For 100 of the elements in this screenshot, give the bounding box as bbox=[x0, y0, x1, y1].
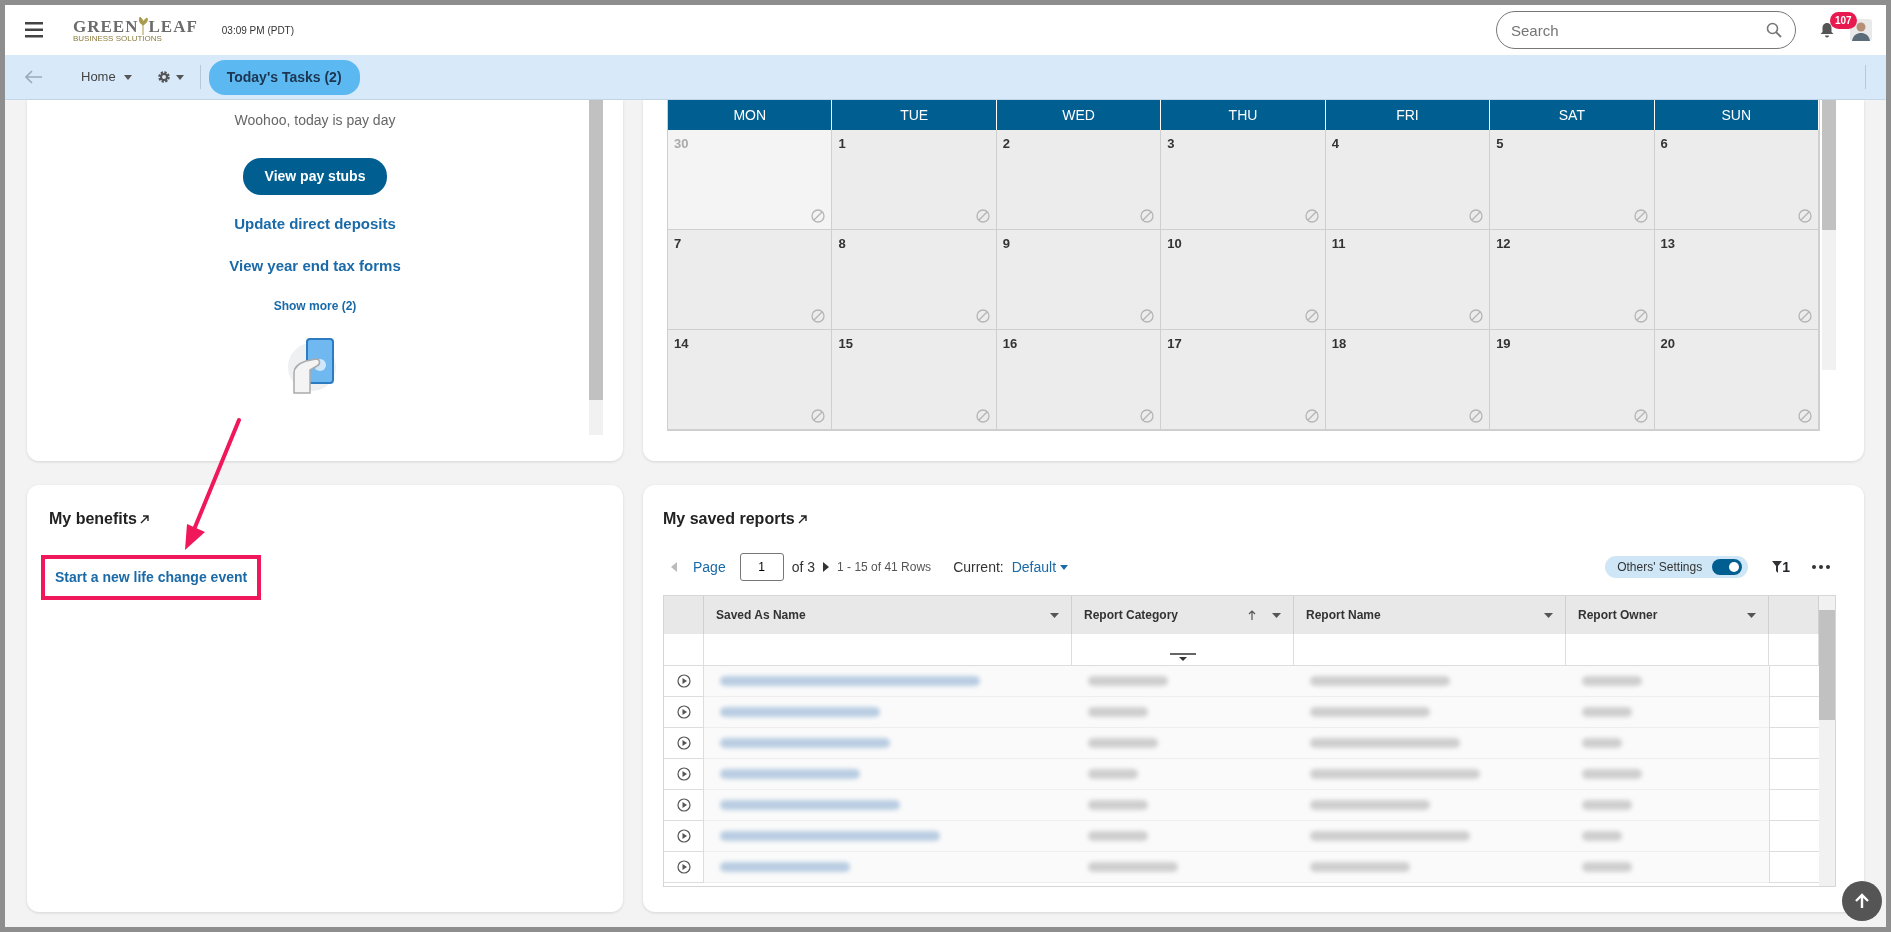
row-count: 1 - 15 of 41 Rows bbox=[837, 559, 932, 576]
calendar-day[interactable]: 1 bbox=[832, 130, 997, 230]
external-link-icon[interactable] bbox=[797, 514, 807, 524]
home-dropdown[interactable]: Home bbox=[73, 63, 140, 91]
bell-icon[interactable] bbox=[1820, 22, 1834, 38]
calendar-day[interactable]: 14 bbox=[668, 330, 833, 430]
unavailable-icon bbox=[1798, 409, 1812, 423]
day-number: 18 bbox=[1331, 336, 1347, 351]
scrollbar[interactable] bbox=[1819, 596, 1835, 886]
redacted-text bbox=[1582, 738, 1622, 748]
column-header[interactable]: Report Name bbox=[1294, 596, 1566, 634]
external-link-icon[interactable] bbox=[140, 514, 149, 524]
calendar-day[interactable]: 8 bbox=[832, 230, 997, 330]
weekday-header: FRI bbox=[1325, 100, 1491, 130]
filter-button[interactable]: 1 bbox=[1772, 556, 1790, 578]
calendar-day[interactable]: 15 bbox=[832, 330, 997, 430]
page-count: of 3 bbox=[791, 557, 816, 577]
caret-icon bbox=[1544, 612, 1553, 618]
settings-toggle[interactable]: Others' Settings bbox=[1605, 556, 1749, 578]
redacted-text bbox=[1088, 831, 1148, 841]
calendar-day[interactable]: 7 bbox=[668, 230, 833, 330]
weekday-header: TUE bbox=[832, 100, 997, 130]
link[interactable]: View year end tax forms bbox=[229, 254, 401, 277]
calendar-day[interactable]: 4 bbox=[1325, 130, 1491, 230]
life-event-link[interactable]: Start a new life change event bbox=[55, 569, 248, 585]
day-number: 17 bbox=[1167, 336, 1182, 351]
link[interactable]: Update direct deposits bbox=[234, 213, 396, 236]
calendar-day[interactable]: 5 bbox=[1490, 130, 1655, 230]
filter-icon bbox=[1772, 561, 1783, 573]
unavailable-icon bbox=[1633, 209, 1648, 223]
menu-icon[interactable] bbox=[25, 22, 43, 38]
show-more-link[interactable]: Show more (2) bbox=[273, 297, 357, 315]
calendar-day[interactable]: 20 bbox=[1654, 330, 1819, 430]
unavailable-icon bbox=[1140, 309, 1155, 323]
calendar-day[interactable]: 13 bbox=[1654, 230, 1819, 330]
calendar-day[interactable]: 6 bbox=[1654, 130, 1819, 230]
redacted-text bbox=[1582, 769, 1642, 779]
calendar-day[interactable]: 9 bbox=[996, 230, 1162, 330]
tasks-button[interactable]: Today's Tasks (2) bbox=[208, 59, 360, 95]
column-header[interactable]: Report Category bbox=[1072, 596, 1294, 634]
redacted-text bbox=[1088, 707, 1148, 717]
unavailable-icon bbox=[975, 209, 990, 223]
play-icon[interactable] bbox=[676, 798, 691, 812]
scrollbar[interactable] bbox=[589, 100, 603, 435]
day-number: 16 bbox=[1002, 336, 1018, 351]
search-icon[interactable] bbox=[1766, 22, 1782, 38]
redacted-text bbox=[1582, 800, 1632, 810]
calendar-day[interactable]: 17 bbox=[1161, 330, 1326, 430]
caret-icon bbox=[1060, 564, 1069, 570]
caret-icon bbox=[123, 74, 132, 80]
view-dropdown[interactable]: Default bbox=[1011, 556, 1069, 578]
unavailable-icon bbox=[1304, 409, 1319, 423]
view-pay-stubs-button[interactable]: View pay stubs bbox=[242, 158, 388, 195]
calendar-day[interactable]: 10 bbox=[1161, 230, 1326, 330]
calendar-day[interactable]: 11 bbox=[1325, 230, 1491, 330]
day-number: 4 bbox=[1331, 136, 1339, 151]
next-page-icon[interactable] bbox=[823, 562, 830, 572]
play-icon[interactable] bbox=[676, 674, 691, 688]
play-icon[interactable] bbox=[676, 767, 691, 781]
play-icon[interactable] bbox=[676, 860, 691, 874]
redacted-text bbox=[1582, 676, 1642, 686]
search-field[interactable]: Search bbox=[1496, 11, 1796, 49]
toggle-switch[interactable] bbox=[1712, 559, 1743, 575]
settings-icon bbox=[155, 69, 172, 85]
unavailable-icon bbox=[975, 309, 990, 323]
filter-cell[interactable] bbox=[664, 634, 704, 666]
unavailable-icon bbox=[1469, 409, 1484, 423]
day-number: 20 bbox=[1660, 336, 1676, 351]
column-header[interactable]: Saved As Name bbox=[704, 596, 1072, 634]
day-number: 15 bbox=[838, 336, 853, 351]
column-header[interactable]: Report Owner bbox=[1566, 596, 1769, 634]
day-number: 14 bbox=[674, 336, 689, 351]
redacted-text bbox=[1088, 738, 1158, 748]
calendar-day[interactable]: 2 bbox=[996, 130, 1162, 230]
calendar-day[interactable]: 19 bbox=[1490, 330, 1655, 430]
unavailable-icon bbox=[1633, 409, 1648, 423]
scrollbar[interactable] bbox=[1822, 100, 1836, 370]
calendar-day[interactable]: 18 bbox=[1325, 330, 1491, 430]
redacted-text bbox=[1582, 862, 1632, 872]
day-number: 6 bbox=[1660, 136, 1668, 151]
scroll-to-top-button[interactable] bbox=[1842, 881, 1882, 921]
calendar-day[interactable]: 12 bbox=[1490, 230, 1655, 330]
logo-text: LEAF bbox=[148, 17, 198, 35]
unavailable-icon bbox=[1304, 209, 1319, 223]
more-icon[interactable] bbox=[1812, 565, 1830, 569]
card-title: My saved reports bbox=[663, 509, 795, 529]
calendar-day[interactable]: 3 bbox=[1161, 130, 1326, 230]
caret-icon bbox=[1747, 612, 1756, 618]
unavailable-icon bbox=[975, 409, 990, 423]
page-input[interactable]: 1 bbox=[739, 553, 784, 581]
play-icon[interactable] bbox=[676, 736, 691, 750]
calendar-day[interactable]: 16 bbox=[996, 330, 1162, 430]
avatar-icon[interactable] bbox=[1850, 19, 1872, 41]
day-number: 12 bbox=[1496, 236, 1511, 251]
filter-dropdown-icon[interactable] bbox=[1169, 653, 1196, 661]
play-icon[interactable] bbox=[676, 705, 691, 719]
redacted-text bbox=[1582, 707, 1632, 717]
day-number: 11 bbox=[1331, 236, 1346, 251]
unavailable-icon bbox=[811, 309, 826, 323]
play-icon[interactable] bbox=[676, 829, 691, 843]
